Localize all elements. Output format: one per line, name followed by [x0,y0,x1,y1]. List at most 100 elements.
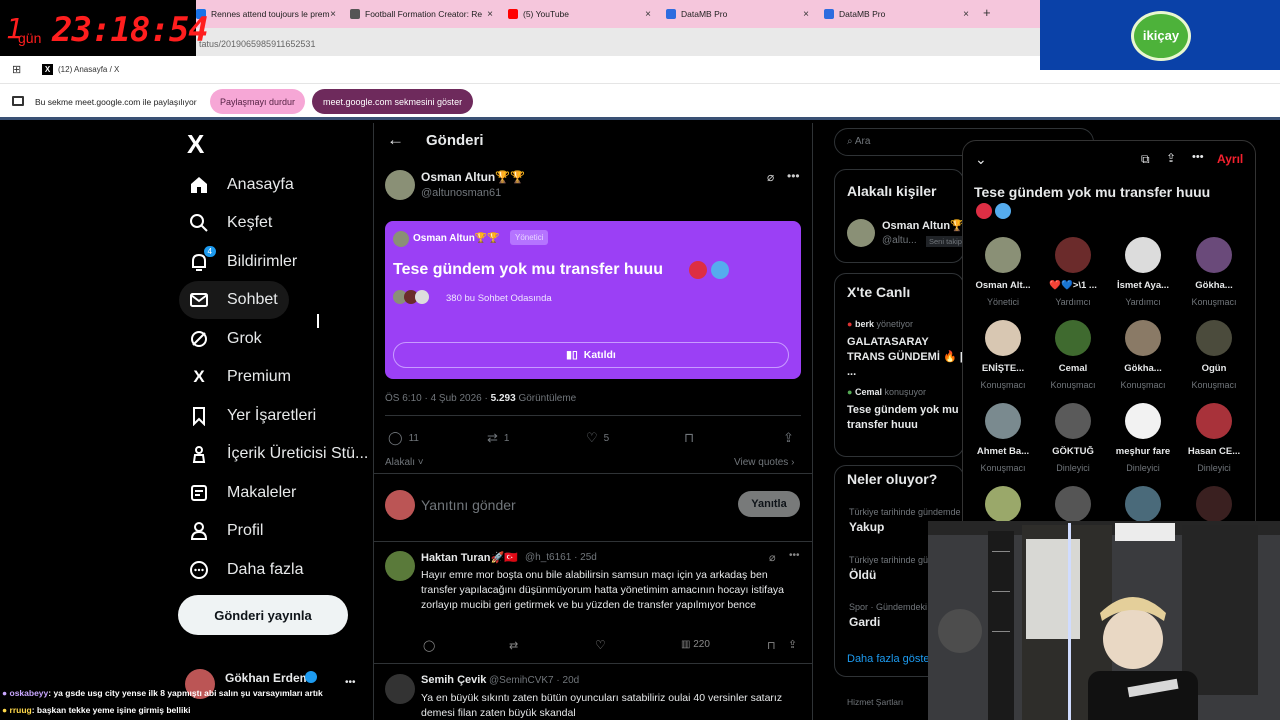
reply-action[interactable]: ◯ 11 [388,430,419,446]
minimize-icon[interactable]: ⧉ [1141,152,1150,167]
participant-role: Konuşmacı [1191,380,1237,390]
reply-author[interactable]: Semih Çevik [421,674,486,686]
nav-item-premium[interactable]: X Premium [189,359,291,395]
space-participant[interactable]: ❤️💙>\1 ... Yardımcı [1038,237,1108,307]
x-logo[interactable]: X [187,129,204,160]
join-button[interactable]: ▮▯ Katıldı [393,342,789,368]
nav-item-more[interactable]: Daha fazla [189,552,304,588]
author-handle[interactable]: @altunosman61 [421,187,501,199]
participant-role: Yardımcı [1055,297,1091,307]
space-participant[interactable]: ENİŞTE... Konuşmacı [968,320,1038,390]
close-icon[interactable]: × [803,9,809,20]
reply-handle[interactable]: @SemihCVK7 · 20d [489,675,579,686]
stop-sharing-button[interactable]: Paylaşmayı durdur [210,89,306,114]
related-person-handle[interactable]: @altu... [882,235,917,246]
space-participant[interactable]: meşhur fare Dinleyici [1108,403,1178,473]
footer-link[interactable]: Hizmet Şartları [847,697,903,707]
url-text: tatus/2019065985911652531 [199,39,316,49]
space-participant[interactable] [1108,486,1178,521]
heart-icon[interactable]: ♡ [595,638,606,652]
space-participant[interactable]: Ahmet Ba... Konuşmacı [968,403,1038,473]
more-icon[interactable]: ••• [789,550,800,561]
space-participant[interactable]: Hasan CE... Dinleyici [1179,403,1249,473]
reply-author[interactable]: Haktan Turan🚀🇹🇷 [421,551,518,564]
new-tab-button[interactable]: + [983,5,991,20]
leave-button[interactable]: Ayrıl [1217,152,1243,166]
space-participant[interactable]: GÖKTUĞ Dinleyici [1038,403,1108,473]
browser-tab[interactable]: Football Formation Creator: Re × [350,4,493,24]
like-action[interactable]: ♡ 5 [586,430,609,446]
close-icon[interactable]: × [645,9,651,20]
more-icon[interactable]: ••• [345,677,356,688]
nav-item-home[interactable]: Anasayfa [189,167,294,203]
space-participant[interactable] [1179,486,1249,521]
close-icon[interactable]: × [330,9,336,20]
view-quotes-link[interactable]: View quotes › [734,457,794,468]
chevron-down-icon[interactable]: ⌄ [975,151,987,168]
follows-you-badge: Seni takip [926,236,965,247]
close-icon[interactable]: × [487,9,493,20]
avatar [1055,237,1091,273]
more-icon[interactable]: ••• [1192,151,1204,163]
back-arrow-icon[interactable]: ← [387,130,404,150]
space-participant[interactable]: Cemal Konuşmacı [1038,320,1108,390]
space-participant[interactable]: İsmet Aya... Yardımcı [1108,237,1178,307]
share-icon[interactable]: ⇪ [788,638,797,651]
nav-item-grok[interactable]: Grok [189,321,262,357]
nav-item-profile[interactable]: Profil [189,513,263,549]
share-action[interactable]: ⇪ [783,430,794,446]
live-item[interactable]: ● berk yönetiyor GALATASARAY TRANS GÜNDE… [847,319,967,380]
heart-icon: ♡ [586,430,598,445]
related-person-name[interactable]: Osman Altun🏆 [882,219,964,232]
space-participant[interactable] [968,486,1038,521]
author-name[interactable]: Osman Altun🏆🏆 [421,170,525,184]
browser-tab[interactable]: DataMB Pro × [824,4,969,24]
browser-tab[interactable]: DataMB Pro × [666,4,809,24]
post-button[interactable]: Gönderi yayınla [178,595,348,635]
related-dropdown[interactable]: Alakalı ˅ [385,457,424,468]
participant-role: Dinleyici [1126,463,1160,473]
reply-button[interactable]: Yanıtla [738,491,800,517]
browser-tab[interactable]: Rennes attend toujours le prem × [196,4,336,24]
share-icon[interactable]: ⇪ [1166,151,1176,165]
participant-role: Yönetici [986,297,1020,307]
space-participant[interactable]: Ogün Konuşmacı [1179,320,1249,390]
close-icon[interactable]: × [963,9,969,20]
reply-handle[interactable]: @h_t6161 · 25d [525,552,597,563]
creator-icon [189,444,209,464]
space-participant[interactable]: Gökha... Konuşmacı [1179,237,1249,307]
apps-grid-icon[interactable]: ⊞ [12,63,21,76]
space-participant[interactable] [1038,486,1108,521]
more-icon[interactable]: ••• [787,169,800,183]
nav-item-chat[interactable]: Sohbet [189,282,278,318]
trend-item[interactable]: Spor · Gündemdeki Gardi [849,602,927,629]
active-tab-title[interactable]: (12) Anasayfa / X [58,65,119,74]
show-meet-tab-button[interactable]: meet.google.com sekmesini göster [312,89,474,114]
nav-item-creator-studio[interactable]: İçerik Üreticisi Stü... [189,436,368,472]
reply-input[interactable]: Yanıtını gönder [421,497,516,513]
nav-item-explore[interactable]: Keşfet [189,205,272,241]
chat-bullet-icon: ● [2,688,8,698]
browser-tab[interactable]: (5) YouTube × [508,4,651,24]
space-participant[interactable]: Osman Alt... Yönetici [968,237,1038,307]
trend-item[interactable]: Türkiye tarihinde gü Öldü [849,555,928,582]
reply-item[interactable]: Haktan Turan🚀🇹🇷 @h_t6161 · 25d ⌀ ••• Hay… [385,549,805,659]
repost-icon[interactable]: ⇄ [509,639,518,652]
bookmark-action[interactable]: ⊓ [684,430,694,446]
nav-item-articles[interactable]: Makaleler [189,475,296,511]
show-more-link[interactable]: Daha fazla göster [847,653,933,665]
bookmark-icon[interactable]: ⊓ [767,639,776,652]
repost-action[interactable]: ⇄ 1 [487,430,509,446]
nav-item-notifications[interactable]: 4 Bildirimler [189,244,297,280]
reply-item[interactable]: Semih Çevik @SemihCVK7 · 20d Ya en büyük… [385,672,805,720]
space-participant[interactable]: Gökha... Konuşmacı [1108,320,1178,390]
space-card[interactable]: Osman Altun🏆🏆 Yönetici Tese gündem yok m… [385,221,801,379]
grok-icon[interactable]: ⌀ [767,170,774,184]
views-action[interactable]: ▥ 220 [681,639,710,650]
live-item[interactable]: ● Cemal konuşuyor Tese gündem yok mu tra… [847,387,967,433]
address-bar[interactable]: tatus/2019065985911652531 [196,28,1040,56]
reply-icon[interactable]: ◯ [423,639,435,652]
nav-item-bookmarks[interactable]: Yer İşaretleri [189,398,316,434]
chat-user: oskabeyy [9,688,49,698]
grok-icon[interactable]: ⌀ [769,551,776,564]
